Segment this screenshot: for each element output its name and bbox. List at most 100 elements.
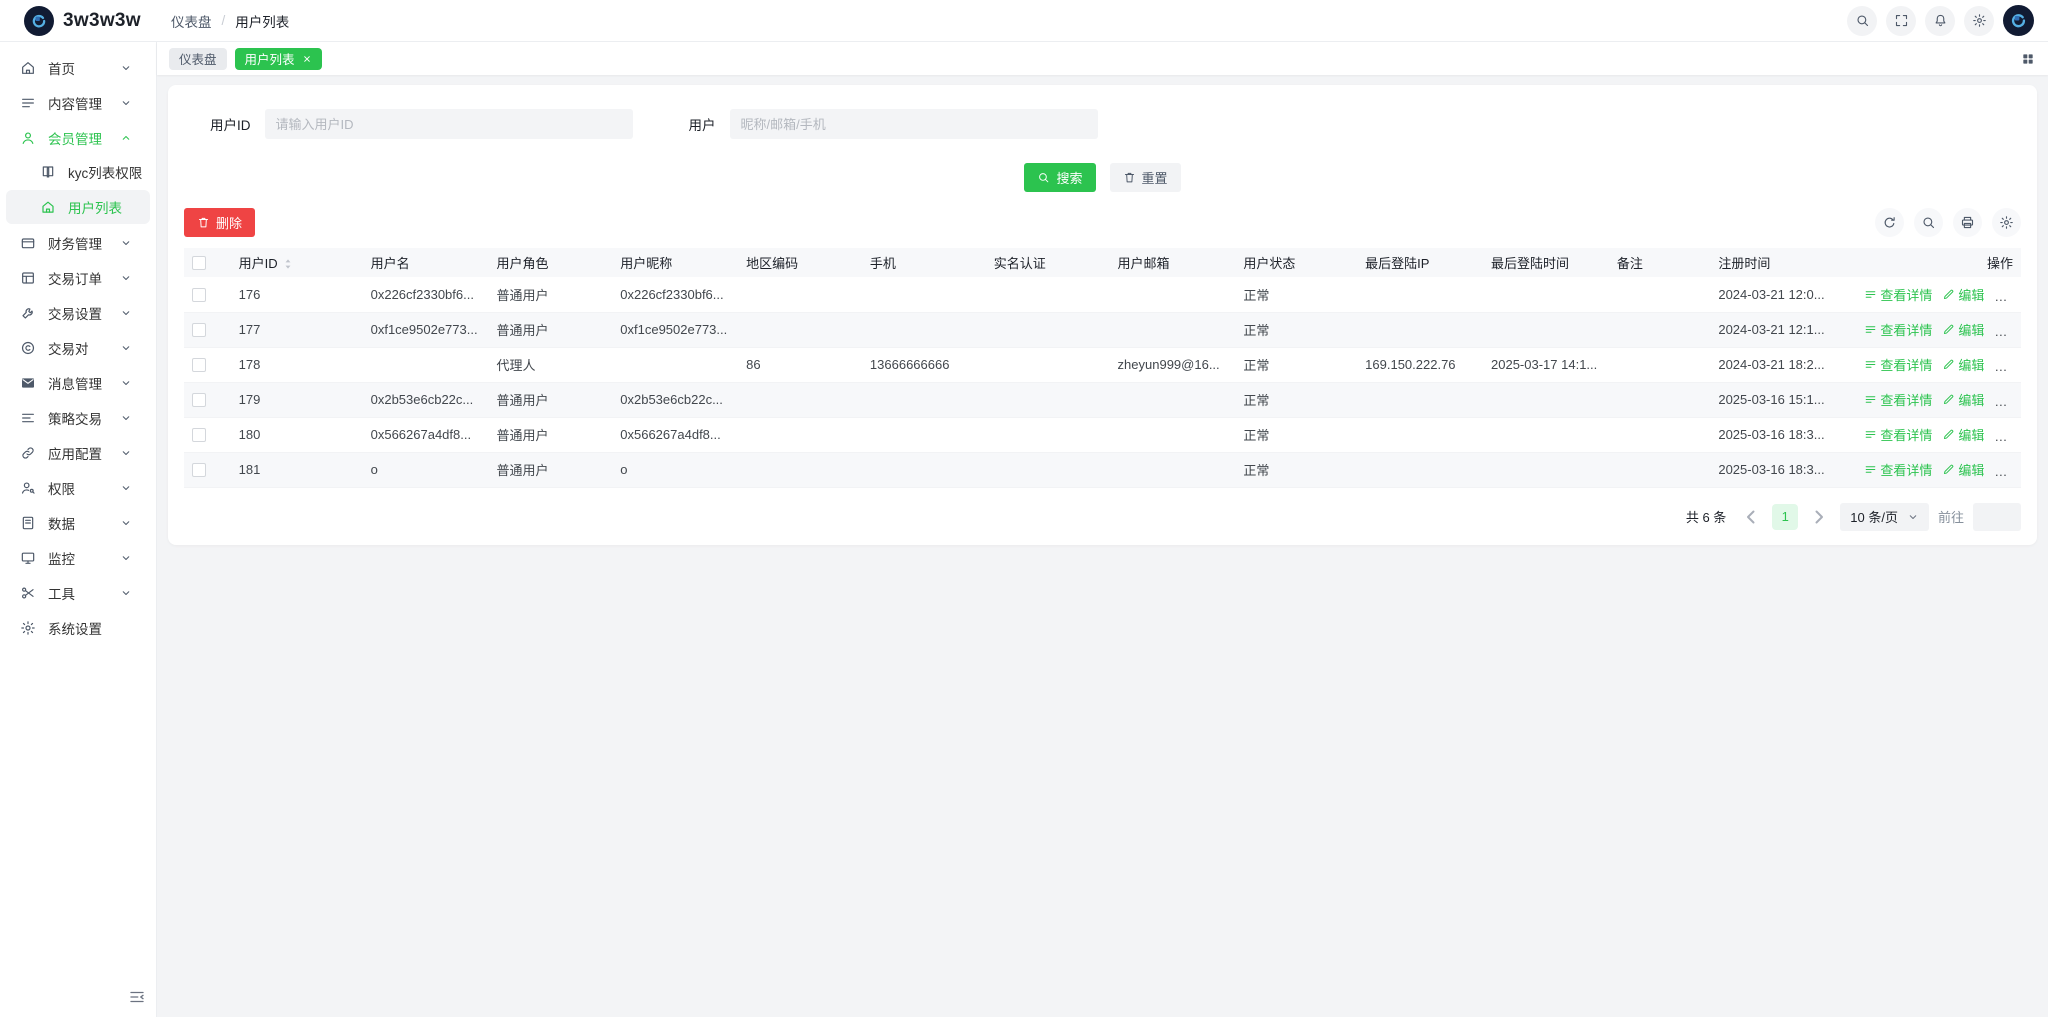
next-page-button[interactable]: [1807, 505, 1831, 529]
sidebar-item-label: 策略交易: [48, 408, 120, 428]
cell-registered: 2024-03-21 12:1...: [1710, 312, 1846, 347]
cell-last_ip: [1357, 277, 1483, 312]
gear-icon[interactable]: [1992, 208, 2021, 237]
breadcrumb-separator: /: [222, 13, 226, 28]
row-checkbox[interactable]: [192, 358, 206, 372]
tab-dashboard[interactable]: 仪表盘: [169, 48, 227, 70]
goto-label: 前往: [1938, 507, 1964, 526]
op-label: 编辑: [1958, 355, 1984, 374]
sidebar-item-strategy-trade[interactable]: 策略交易: [0, 400, 156, 435]
select-all-checkbox[interactable]: [192, 256, 206, 270]
view-detail-link[interactable]: 查看详情: [1864, 355, 1932, 374]
bell-icon[interactable]: [1925, 6, 1955, 36]
sidebar-item-app-config[interactable]: 应用配置: [0, 435, 156, 470]
sidebar-item-tools[interactable]: 工具: [0, 575, 156, 610]
row-checkbox[interactable]: [192, 463, 206, 477]
printer-icon[interactable]: [1953, 208, 1982, 237]
cell-region: [738, 277, 862, 312]
row-checkbox[interactable]: [192, 428, 206, 442]
orders-icon: [20, 270, 36, 286]
pencil-icon: [1942, 288, 1955, 301]
search-icon[interactable]: [1847, 6, 1877, 36]
cell-phone: [862, 382, 986, 417]
view-detail-link[interactable]: 查看详情: [1864, 425, 1932, 444]
cell-last_login: [1483, 382, 1609, 417]
prev-page-button[interactable]: [1739, 505, 1763, 529]
delete-button[interactable]: 删除: [184, 208, 255, 237]
cell-id: 179: [231, 382, 363, 417]
sidebar-item-finance-mgmt[interactable]: 财务管理: [0, 225, 156, 260]
sidebar-item-data[interactable]: 数据: [0, 505, 156, 540]
table-row: 1800x566267a4df8...普通用户0x566267a4df8...正…: [184, 417, 2021, 452]
chevron-down-icon: [120, 552, 132, 564]
view-detail-link[interactable]: 查看详情: [1864, 320, 1932, 339]
app-logo-icon: [24, 6, 54, 36]
cell-role: 普通用户: [488, 277, 612, 312]
cell-role: 普通用户: [488, 312, 612, 347]
user-input[interactable]: [730, 109, 1098, 139]
col-last_login: 最后登陆时间: [1483, 248, 1609, 277]
user-avatar[interactable]: [2003, 5, 2034, 36]
sidebar-item-content-mgmt[interactable]: 内容管理: [0, 85, 156, 120]
sort-icon[interactable]: [281, 257, 295, 271]
row-checkbox[interactable]: [192, 288, 206, 302]
cell-role: 普通用户: [488, 382, 612, 417]
chevron-down-icon: [120, 342, 132, 354]
goto-page-input[interactable]: [1973, 503, 2021, 531]
cell-username: 0x2b53e6cb22c...: [363, 382, 489, 417]
cell-realname: [986, 382, 1110, 417]
sidebar-item-home[interactable]: 首页: [0, 50, 156, 85]
main-content: 仪表盘用户列表 用户ID 用户: [157, 42, 2048, 1017]
search-button[interactable]: 搜索: [1024, 163, 1095, 192]
search-icon[interactable]: [1914, 208, 1943, 237]
edit-link[interactable]: 编辑: [1942, 425, 1984, 444]
cell-id: 180: [231, 417, 363, 452]
tab-user-list[interactable]: 用户列表: [235, 48, 322, 70]
sidebar-item-member-mgmt[interactable]: 会员管理: [0, 120, 156, 155]
table-header-row: 用户ID用户名用户角色用户昵称地区编码手机实名认证用户邮箱用户状态最后登陆IP最…: [184, 248, 2021, 277]
view-detail-link[interactable]: 查看详情: [1864, 390, 1932, 409]
sidebar-item-trade-pairs[interactable]: 交易对: [0, 330, 156, 365]
sidebar-item-system-settings[interactable]: 系统设置: [0, 610, 156, 645]
gear-icon[interactable]: [1964, 6, 1994, 36]
edit-link[interactable]: 编辑: [1942, 285, 1984, 304]
page-size-select[interactable]: 10 条/页: [1840, 503, 1929, 531]
sidebar-item-kyc-list[interactable]: kyc列表权限: [0, 155, 156, 189]
close-icon[interactable]: [302, 54, 312, 64]
fullscreen-icon[interactable]: [1886, 6, 1916, 36]
sidebar-item-trade-orders[interactable]: 交易订单: [0, 260, 156, 295]
op-label: 删除: [2010, 425, 2021, 444]
search-button-label: 搜索: [1056, 168, 1082, 187]
edit-link[interactable]: 编辑: [1942, 320, 1984, 339]
sidebar: 首页内容管理会员管理kyc列表权限用户列表财务管理交易订单交易设置交易对消息管理…: [0, 42, 157, 1017]
view-detail-link[interactable]: 查看详情: [1864, 460, 1932, 479]
sidebar-item-trade-settings[interactable]: 交易设置: [0, 295, 156, 330]
row-checkbox[interactable]: [192, 323, 206, 337]
chevron-down-icon: [120, 307, 132, 319]
op-label: 编辑: [1958, 320, 1984, 339]
pencil-icon: [1942, 323, 1955, 336]
row-checkbox[interactable]: [192, 393, 206, 407]
cell-last_login: [1483, 452, 1609, 487]
edit-link[interactable]: 编辑: [1942, 460, 1984, 479]
house-icon: [40, 199, 56, 215]
sidebar-item-user-list[interactable]: 用户列表: [6, 190, 150, 224]
page-number-1[interactable]: 1: [1772, 504, 1798, 530]
col-status: 用户状态: [1235, 248, 1357, 277]
view-detail-link[interactable]: 查看详情: [1864, 285, 1932, 304]
cell-registered: 2024-03-21 12:0...: [1710, 277, 1846, 312]
column-label: 实名认证: [994, 256, 1046, 271]
sidebar-item-permissions[interactable]: 权限: [0, 470, 156, 505]
col-last_ip: 最后登陆IP: [1357, 248, 1483, 277]
edit-link[interactable]: 编辑: [1942, 355, 1984, 374]
edit-link[interactable]: 编辑: [1942, 390, 1984, 409]
reset-button[interactable]: 重置: [1110, 163, 1181, 192]
sidebar-item-message-mgmt[interactable]: 消息管理: [0, 365, 156, 400]
user-id-input[interactable]: [265, 109, 633, 139]
cell-phone: [862, 417, 986, 452]
refresh-icon[interactable]: [1875, 208, 1904, 237]
sidebar-item-monitor[interactable]: 监控: [0, 540, 156, 575]
collapse-sidebar-icon[interactable]: [128, 988, 146, 1006]
breadcrumb-item-dashboard[interactable]: 仪表盘: [171, 11, 212, 31]
tab-layout-grid-icon[interactable]: [2020, 51, 2036, 67]
